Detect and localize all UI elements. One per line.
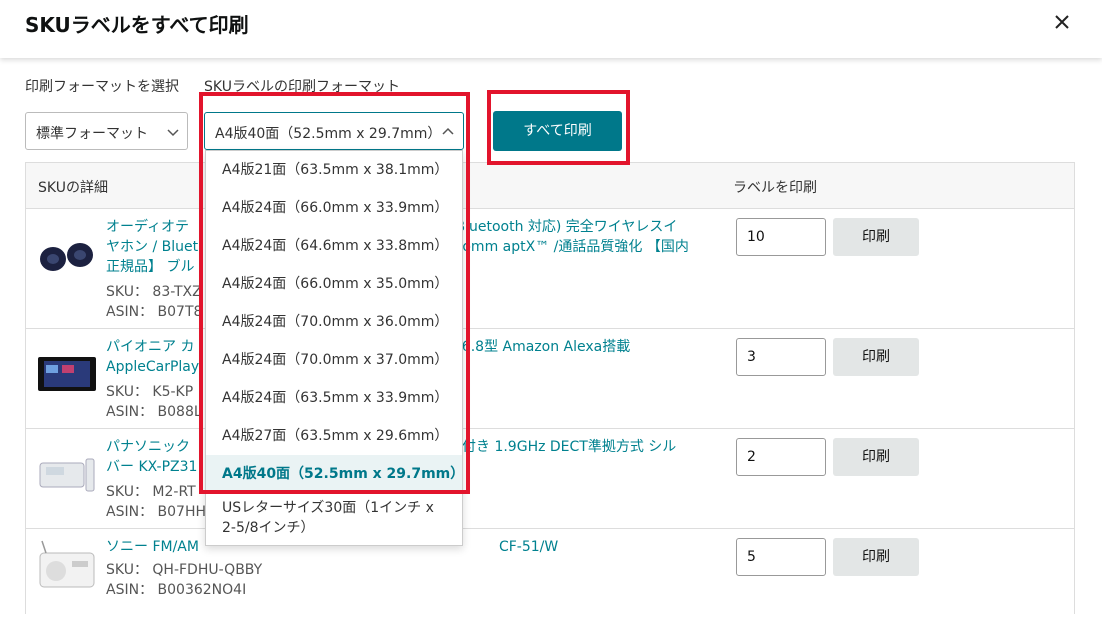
car-navi-image (38, 357, 96, 391)
table-row: パイオニア カ0 6.8型 Amazon Alexa搭載 AppleCarPla… (26, 328, 1074, 428)
dropdown-option[interactable]: USレターサイズ30面（1インチ x 2-5/8インチ） (206, 497, 462, 541)
quantity-input[interactable]: 5 (736, 538, 826, 576)
highlight-box-print-all (487, 90, 630, 165)
quantity-input[interactable]: 3 (736, 338, 826, 376)
radio-image (39, 540, 95, 588)
print-button[interactable]: 印刷 (833, 438, 919, 476)
column-header-sku: SKUの詳細 (38, 180, 108, 196)
earbuds-image (40, 243, 93, 271)
highlight-box-format-dropdown (199, 92, 470, 494)
format-select[interactable]: 標準フォーマット (25, 112, 188, 150)
asin-text: ASIN： B00362NO4I (106, 582, 247, 598)
table-row: オーディオテン Bluetooth 対応) 完全ワイヤレスイ ヤホン / Blu… (26, 208, 1074, 328)
close-icon[interactable] (1050, 10, 1074, 34)
format-select-value: 標準フォーマット (36, 126, 148, 142)
sku-table: SKUの詳細 ラベルを印刷 オーディオテン Bluetooth 対応) 完全ワイ… (25, 162, 1075, 614)
phone-image (39, 458, 95, 492)
asin-text: ASIN： B07T8 (106, 304, 203, 320)
table-header: SKUの詳細 ラベルを印刷 (26, 163, 1074, 208)
print-button[interactable]: 印刷 (833, 338, 919, 376)
asin-text: ASIN： B07HH (106, 504, 207, 520)
sku-text: SKU： M2-RT (106, 484, 196, 500)
print-button[interactable]: 印刷 (833, 218, 919, 256)
table-row: パナソニック 台付き 1.9GHz DECT準拠方式 シル バー KX-PZ31 … (26, 428, 1074, 528)
chevron-down-icon (167, 129, 179, 137)
column-header-print: ラベルを印刷 (733, 180, 817, 196)
sku-text: SKU： K5-KP (106, 384, 194, 400)
modal-title: SKUラベルをすべて印刷 (25, 13, 249, 37)
print-button[interactable]: 印刷 (833, 538, 919, 576)
sku-text: SKU： QH-FDHU-QBBY (106, 562, 263, 578)
table-row: ソニー FM/AM CF-51/W SKU： QH-FDHU-QBBY ASIN：… (26, 528, 1074, 614)
format-select-label: 印刷フォーマットを選択 (25, 79, 179, 95)
quantity-input[interactable]: 2 (736, 438, 826, 476)
sku-text: SKU： 83-TXZ (106, 284, 202, 300)
quantity-input[interactable]: 10 (736, 218, 826, 256)
print-all-sku-labels-modal: SKUラベルをすべて印刷 印刷フォーマットを選択 SKUラベルの印刷フォーマット… (0, 0, 1102, 644)
asin-text: ASIN： B088L (106, 404, 202, 420)
modal-header: SKUラベルをすべて印刷 (0, 0, 1102, 58)
